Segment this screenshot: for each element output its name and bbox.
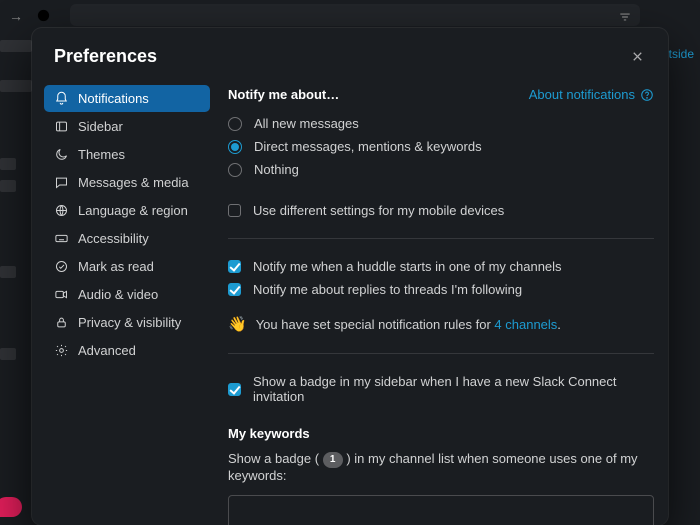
video-icon <box>54 287 69 302</box>
sidebar-item-mark-as-read[interactable]: Mark as read <box>44 253 210 280</box>
radio-icon <box>228 163 242 177</box>
sidebar-item-label: Audio & video <box>78 287 158 302</box>
check-circle-icon <box>54 259 69 274</box>
divider <box>228 353 654 354</box>
modal-body: Notifications Sidebar Themes Messages & … <box>32 79 668 525</box>
option-dm-mentions[interactable]: Direct messages, mentions & keywords <box>228 135 654 158</box>
checkbox-icon <box>228 383 241 396</box>
sidebar-item-label: Themes <box>78 147 125 162</box>
sidebar-item-advanced[interactable]: Advanced <box>44 337 210 364</box>
lock-icon <box>54 315 69 330</box>
radio-icon <box>228 117 242 131</box>
sidebar-item-language-region[interactable]: Language & region <box>44 197 210 224</box>
chat-icon <box>54 175 69 190</box>
notify-heading: Notify me about… <box>228 87 339 102</box>
prefs-content: Notify me about… About notifications All… <box>214 79 658 525</box>
bg-row <box>0 40 32 52</box>
special-rules-link[interactable]: 4 channels <box>494 317 557 332</box>
keyboard-icon <box>54 231 69 246</box>
keyword-badge-example: 1 <box>323 452 343 468</box>
help-circle-icon <box>640 88 654 102</box>
option-all-messages[interactable]: All new messages <box>228 112 654 135</box>
checkbox-icon <box>228 283 241 296</box>
checkbox-huddle-start[interactable]: Notify me when a huddle starts in one of… <box>228 255 654 278</box>
sidebar-item-themes[interactable]: Themes <box>44 141 210 168</box>
sidebar-item-label: Accessibility <box>78 231 149 246</box>
sidebar-item-sidebar[interactable]: Sidebar <box>44 113 210 140</box>
special-rules-text: You have set special notification rules … <box>256 317 561 332</box>
bg-row <box>0 266 16 278</box>
search-bar-bg <box>70 4 640 26</box>
modal-titlebar: Preferences <box>32 28 668 79</box>
about-notifications-label: About notifications <box>529 87 635 102</box>
sidebar-item-notifications[interactable]: Notifications <box>44 85 210 112</box>
checkbox-slack-connect-badge[interactable]: Show a badge in my sidebar when I have a… <box>228 370 654 408</box>
checkbox-label: Notify me about replies to threads I'm f… <box>253 282 522 297</box>
radio-icon <box>228 140 242 154</box>
checkbox-icon <box>228 204 241 217</box>
bg-row <box>0 180 16 192</box>
sidebar-item-privacy-visibility[interactable]: Privacy & visibility <box>44 309 210 336</box>
layout-sidebar-icon <box>54 119 69 134</box>
globe-icon <box>54 203 69 218</box>
checkbox-label: Notify me when a huddle starts in one of… <box>253 259 562 274</box>
gear-icon <box>54 343 69 358</box>
prefs-sidebar: Notifications Sidebar Themes Messages & … <box>44 79 214 525</box>
sidebar-item-label: Sidebar <box>78 119 123 134</box>
bg-row <box>0 80 32 92</box>
sidebar-item-label: Mark as read <box>78 259 154 274</box>
sidebar-item-label: Advanced <box>78 343 136 358</box>
divider <box>228 238 654 239</box>
checkbox-thread-replies[interactable]: Notify me about replies to threads I'm f… <box>228 278 654 301</box>
notify-heading-row: Notify me about… About notifications <box>228 87 654 102</box>
modal-title: Preferences <box>54 46 157 67</box>
history-icon <box>36 8 51 28</box>
keywords-input[interactable] <box>228 495 654 525</box>
option-nothing[interactable]: Nothing <box>228 158 654 181</box>
text: You have set special notification rules … <box>256 317 495 332</box>
about-notifications-link[interactable]: About notifications <box>529 87 654 102</box>
text: Show a badge ( <box>228 451 319 466</box>
sidebar-item-label: Messages & media <box>78 175 189 190</box>
bg-red-pill <box>0 497 22 517</box>
sidebar-item-label: Privacy & visibility <box>78 315 181 330</box>
sidebar-item-label: Notifications <box>78 91 149 106</box>
sidebar-item-messages-media[interactable]: Messages & media <box>44 169 210 196</box>
option-label: All new messages <box>254 116 359 131</box>
bg-row <box>0 158 16 170</box>
wave-icon: 👋 <box>228 315 247 333</box>
checkbox-mobile-different[interactable]: Use different settings for my mobile dev… <box>228 199 654 222</box>
sidebar-item-audio-video[interactable]: Audio & video <box>44 281 210 308</box>
filter-icon <box>618 10 632 29</box>
checkbox-label: Use different settings for my mobile dev… <box>253 203 504 218</box>
bell-icon <box>54 91 69 106</box>
option-label: Nothing <box>254 162 299 177</box>
checkbox-icon <box>228 260 241 273</box>
option-label: Direct messages, mentions & keywords <box>254 139 482 154</box>
close-button[interactable] <box>624 43 650 69</box>
moon-icon <box>54 147 69 162</box>
keywords-description: Show a badge ( 1 ) in my channel list wh… <box>228 451 654 483</box>
sidebar-item-label: Language & region <box>78 203 188 218</box>
preferences-modal: Preferences Notifications Sidebar Themes… <box>32 28 668 525</box>
checkbox-label: Show a badge in my sidebar when I have a… <box>253 374 654 404</box>
text: . <box>557 317 561 332</box>
close-icon <box>630 49 645 64</box>
bg-row <box>0 348 16 360</box>
special-rules-note: 👋 You have set special notification rule… <box>228 311 654 337</box>
nav-forward-icon: → <box>9 8 23 24</box>
keywords-heading: My keywords <box>228 426 654 441</box>
sidebar-item-accessibility[interactable]: Accessibility <box>44 225 210 252</box>
